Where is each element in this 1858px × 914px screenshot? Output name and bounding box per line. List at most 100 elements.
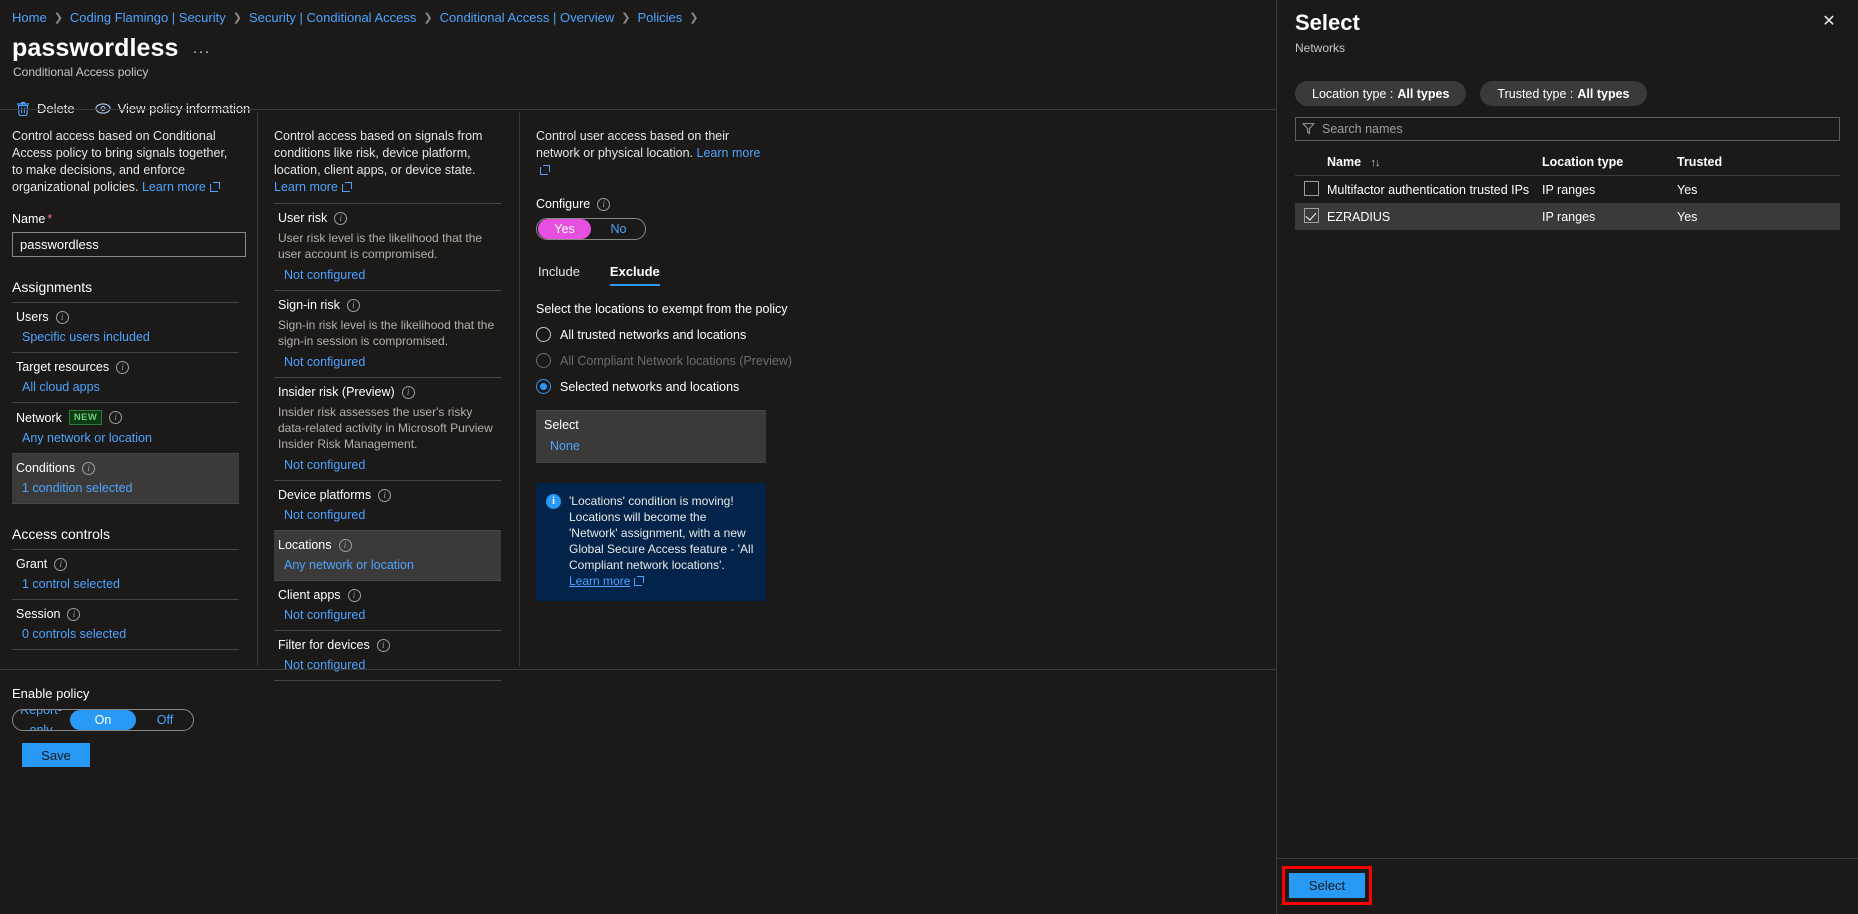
include-exclude-tabs: Include Exclude [536, 264, 802, 286]
info-icon[interactable]: i [334, 211, 348, 225]
conditions-learn-more-link[interactable]: Learn more [274, 180, 338, 194]
save-button[interactable]: Save [22, 743, 90, 767]
access-label-grant: Grant [16, 557, 48, 571]
info-icon[interactable]: i [109, 411, 123, 424]
condition-value-locations[interactable]: Any network or location [278, 558, 497, 572]
radio-icon[interactable] [536, 327, 551, 342]
condition-row-client-apps[interactable]: Client apps i Not configured [274, 580, 501, 630]
conditions-intro: Control access based on signals from con… [274, 128, 501, 196]
radio-selected-networks-and-locations[interactable]: Selected networks and locations [536, 379, 802, 394]
policy-name-input[interactable] [12, 232, 246, 257]
locations-learn-more-link[interactable]: Learn more [697, 146, 761, 160]
info-icon[interactable]: i [401, 385, 415, 399]
configure-toggle-yes[interactable]: Yes [538, 219, 591, 239]
condition-value-user-risk[interactable]: Not configured [278, 268, 497, 282]
configure-label-text: Configure [536, 197, 591, 211]
enable-policy-toggle[interactable]: Report-only On Off [12, 709, 194, 731]
row-checkbox[interactable] [1295, 180, 1327, 199]
condition-row-user-risk[interactable]: User risk i User risk level is the likel… [274, 203, 501, 290]
condition-label-sign-in-risk: Sign-in risk [278, 298, 340, 312]
search-input[interactable] [1295, 117, 1840, 141]
tab-exclude[interactable]: Exclude [609, 264, 660, 286]
assignments-divider [12, 503, 239, 504]
access-value-grant[interactable]: 1 control selected [16, 577, 235, 591]
assignment-value-users[interactable]: Specific users included [16, 330, 235, 344]
info-icon[interactable]: i [376, 638, 390, 652]
condition-value-insider-risk[interactable]: Not configured [278, 458, 497, 472]
select-locations-box[interactable]: Select None [536, 410, 766, 463]
assignment-row-network[interactable]: Network NEW i Any network or location [12, 402, 239, 453]
condition-row-insider-risk[interactable]: Insider risk (Preview) i Insider risk as… [274, 377, 501, 480]
access-controls-section-heading: Access controls [12, 526, 111, 542]
info-banner-learn-more-link[interactable]: Learn more [569, 574, 630, 588]
condition-row-sign-in-risk[interactable]: Sign-in risk i Sign-in risk level is the… [274, 290, 501, 377]
assignment-value-conditions[interactable]: 1 condition selected [16, 481, 235, 495]
command-bar-divider [0, 109, 1277, 110]
column-header-trusted[interactable]: Trusted [1677, 155, 1840, 169]
select-button[interactable]: Select [1289, 873, 1365, 898]
info-icon[interactable]: i [67, 607, 81, 621]
enable-toggle-on[interactable]: On [70, 710, 136, 730]
close-icon[interactable]: ✕ [1816, 8, 1842, 34]
policy-editor-pane: Home ❯ Coding Flamingo | Security ❯ Secu… [0, 0, 1277, 914]
condition-row-locations[interactable]: Locations i Any network or location [274, 530, 501, 580]
locations-column: Control user access based on their netwo… [520, 112, 820, 666]
assignments-learn-more-link[interactable]: Learn more [142, 180, 206, 194]
assignment-row-target-resources[interactable]: Target resources i All cloud apps [12, 352, 239, 402]
checkbox-icon[interactable] [1304, 207, 1319, 223]
checkbox-icon[interactable] [1304, 180, 1319, 196]
assignment-value-target-resources[interactable]: All cloud apps [16, 380, 235, 394]
page-title: passwordless [12, 34, 179, 62]
table-row[interactable]: Multifactor authentication trusted IPs I… [1295, 176, 1840, 203]
enable-toggle-report-only[interactable]: Report-only [13, 710, 69, 730]
access-row-grant[interactable]: Grant i 1 control selected [12, 549, 239, 599]
info-icon[interactable]: i [347, 588, 361, 602]
filter-location-type-prefix: Location type : [1312, 86, 1394, 101]
info-icon[interactable]: i [378, 488, 392, 502]
row-checkbox[interactable] [1295, 207, 1327, 226]
info-icon[interactable]: i [597, 197, 611, 211]
select-locations-value[interactable]: None [544, 439, 758, 453]
info-icon[interactable]: i [338, 538, 352, 552]
row-name: EZRADIUS [1327, 209, 1391, 224]
filter-trusted-type[interactable]: Trusted type : All types [1480, 81, 1647, 106]
breadcrumb-item-home[interactable]: Home [12, 10, 47, 25]
info-icon[interactable]: i [82, 461, 96, 475]
radio-label-all-trusted-networks: All trusted networks and locations [560, 327, 747, 342]
assignment-row-users[interactable]: Users i Specific users included [12, 302, 239, 352]
condition-value-sign-in-risk[interactable]: Not configured [278, 355, 497, 369]
info-icon[interactable]: i [55, 310, 69, 324]
info-icon[interactable]: i [346, 298, 360, 312]
info-icon[interactable]: i [54, 557, 68, 571]
assignment-row-conditions[interactable]: Conditions i 1 condition selected [12, 453, 239, 503]
policy-footer: Enable policy Report-only On Off Save [0, 669, 1277, 914]
breadcrumb-item-policies[interactable]: Policies [637, 10, 682, 25]
table-row[interactable]: EZRADIUS IP ranges Yes [1295, 203, 1840, 230]
radio-icon[interactable] [536, 379, 551, 394]
breadcrumb-item-security[interactable]: Coding Flamingo | Security [70, 10, 226, 25]
select-networks-flyout: Select Networks ✕ Location type : All ty… [1277, 0, 1858, 914]
title-row: passwordless ··· [0, 26, 1276, 63]
column-header-name[interactable]: Name ↑↓ [1327, 155, 1542, 169]
assignment-value-network[interactable]: Any network or location [16, 431, 235, 445]
row-trusted: Yes [1677, 209, 1698, 224]
filter-location-type[interactable]: Location type : All types [1295, 81, 1467, 106]
condition-label-user-risk: User risk [278, 211, 328, 225]
info-icon[interactable]: i [116, 360, 130, 374]
radio-all-trusted-networks[interactable]: All trusted networks and locations [536, 327, 802, 342]
access-row-session[interactable]: Session i 0 controls selected [12, 599, 239, 649]
breadcrumb-item-conditional-access[interactable]: Security | Conditional Access [249, 10, 416, 25]
condition-row-device-platforms[interactable]: Device platforms i Not configured [274, 480, 501, 530]
condition-value-client-apps[interactable]: Not configured [278, 608, 497, 622]
column-header-location-type[interactable]: Location type [1542, 155, 1677, 169]
enable-toggle-off[interactable]: Off [137, 710, 193, 730]
tab-include[interactable]: Include [538, 264, 580, 286]
condition-value-device-platforms[interactable]: Not configured [278, 508, 497, 522]
breadcrumb: Home ❯ Coding Flamingo | Security ❯ Secu… [0, 0, 1276, 26]
configure-toggle-no[interactable]: No [592, 219, 645, 239]
configure-toggle[interactable]: Yes No [536, 218, 646, 240]
sort-ascending-icon[interactable]: ↑↓ [1371, 157, 1381, 169]
access-value-session[interactable]: 0 controls selected [16, 627, 235, 641]
more-options-icon[interactable]: ··· [193, 43, 211, 60]
breadcrumb-item-overview[interactable]: Conditional Access | Overview [440, 10, 615, 25]
